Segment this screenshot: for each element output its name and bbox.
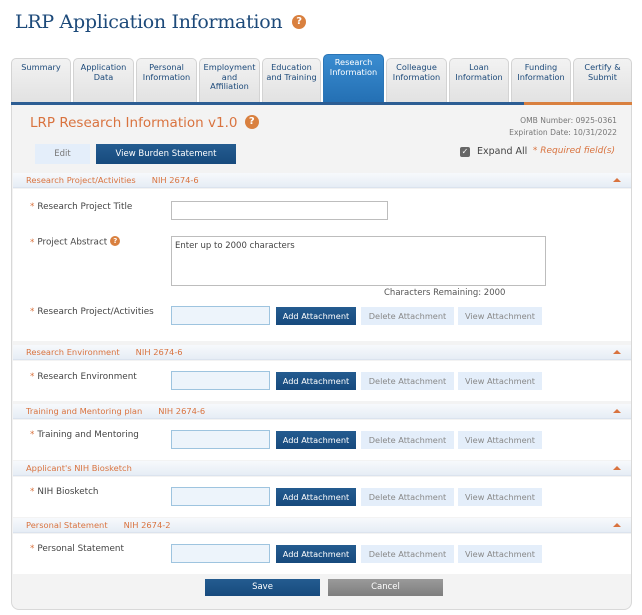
tab-bar: Summary Application Data Personal Inform…: [11, 54, 632, 102]
help-icon[interactable]: ?: [292, 15, 307, 29]
required-star: *: [30, 202, 35, 212]
research-project-activities-file-input[interactable]: [171, 306, 270, 325]
view-attachment-button[interactable]: View Attachment: [458, 545, 542, 563]
nih-biosketch-file-input[interactable]: [171, 487, 270, 506]
collapse-caret-icon[interactable]: [613, 350, 621, 354]
view-attachment-button[interactable]: View Attachment: [458, 307, 542, 325]
edit-button[interactable]: Edit: [35, 144, 90, 164]
field-label-research-environment: * Research Environment: [30, 372, 137, 382]
add-attachment-button[interactable]: Add Attachment: [276, 431, 356, 449]
expiration-date: Expiration Date: 10/31/2022: [509, 128, 617, 137]
tab-employment-affiliation[interactable]: Employment and Affiliation: [199, 58, 260, 102]
research-environment-file-input[interactable]: [171, 371, 270, 390]
field-label-nih-biosketch: * NIH Biosketch: [30, 487, 99, 497]
collapse-caret-icon[interactable]: [613, 466, 621, 470]
delete-attachment-button[interactable]: Delete Attachment: [361, 307, 454, 325]
add-attachment-button[interactable]: Add Attachment: [276, 488, 356, 506]
collapse-caret-icon[interactable]: [613, 409, 621, 413]
section-body-nih-biosketch: * NIH Biosketch Add Attachment Delete Att…: [13, 477, 631, 517]
checkbox-checked-icon[interactable]: ✓: [460, 146, 470, 157]
save-button[interactable]: Save: [205, 579, 320, 596]
cancel-button[interactable]: Cancel: [328, 579, 443, 596]
tab-personal-information[interactable]: Personal Information: [136, 58, 197, 102]
omb-number: OMB Number: 0925-0361: [520, 116, 617, 125]
tab-summary[interactable]: Summary: [11, 58, 71, 102]
required-star: *: [30, 372, 35, 382]
section-header-title: Personal Statement: [26, 520, 108, 530]
expand-all-label: Expand All: [477, 146, 528, 157]
field-label-personal-statement: * Personal Statement: [30, 544, 124, 554]
section-header-nih-biosketch[interactable]: Applicant's NIH Biosketch: [13, 461, 631, 476]
section-body-personal-statement: * Personal Statement Add Attachment Delet…: [13, 534, 631, 574]
view-attachment-button[interactable]: View Attachment: [458, 372, 542, 390]
section-header-title: Research Project/Activities: [26, 175, 136, 185]
tab-loan-information[interactable]: Loan Information: [449, 58, 509, 102]
field-label-training-mentoring: * Training and Mentoring: [30, 430, 139, 440]
section-body-training-mentoring: * Training and Mentoring Add Attachment D…: [13, 420, 631, 460]
delete-attachment-button[interactable]: Delete Attachment: [361, 372, 454, 390]
section-header-title: Training and Mentoring plan: [26, 406, 143, 416]
help-icon[interactable]: ?: [244, 115, 259, 129]
section-form-number: NIH 2674-2: [123, 520, 171, 530]
help-icon[interactable]: ?: [110, 236, 121, 246]
section-header-title: Applicant's NIH Biosketch: [26, 463, 132, 473]
required-star: *: [30, 544, 35, 554]
collapse-caret-icon[interactable]: [613, 178, 621, 182]
view-attachment-button[interactable]: View Attachment: [458, 431, 542, 449]
section-header-training-mentoring[interactable]: Training and Mentoring plan NIH 2674-6: [13, 404, 631, 419]
page-title: LRP Application Information ?: [15, 11, 307, 33]
tab-research-information[interactable]: Research Information: [323, 54, 384, 102]
add-attachment-button[interactable]: Add Attachment: [276, 372, 356, 390]
section-header-personal-statement[interactable]: Personal Statement NIH 2674-2: [13, 518, 631, 533]
tab-certify-submit[interactable]: Certify & Submit: [573, 58, 632, 102]
collapse-caret-icon[interactable]: [613, 523, 621, 527]
section-header-research-environment[interactable]: Research Environment NIH 2674-6: [13, 345, 631, 360]
tab-funding-information[interactable]: Funding Information: [511, 58, 571, 102]
required-star: *: [30, 237, 35, 248]
required-star: *: [30, 487, 35, 497]
expand-all-toggle[interactable]: ✓ Expand All: [460, 146, 527, 157]
delete-attachment-button[interactable]: Delete Attachment: [361, 488, 454, 506]
form-title-text: LRP Research Information v1.0: [30, 115, 238, 131]
delete-attachment-button[interactable]: Delete Attachment: [361, 431, 454, 449]
section-header-research-project[interactable]: Research Project/Activities NIH 2674-6: [13, 173, 631, 188]
personal-statement-file-input[interactable]: [171, 544, 270, 563]
delete-attachment-button[interactable]: Delete Attachment: [361, 545, 454, 563]
field-label-research-project-activities: * Research Project/Activities: [30, 307, 154, 317]
field-label-project-abstract: * Project Abstract?: [30, 236, 121, 248]
tab-application-data[interactable]: Application Data: [73, 58, 134, 102]
required-fields-note: * Required field(s): [532, 146, 615, 156]
section-form-number: NIH 2674-6: [158, 406, 206, 416]
section-body-research-environment: * Research Environment Add Attachment Del…: [13, 361, 631, 401]
field-label-research-project-title: * Research Project Title: [30, 202, 133, 212]
section-header-title: Research Environment: [26, 347, 120, 357]
tab-education-training[interactable]: Education and Training: [262, 58, 321, 102]
form-panel: LRP Research Information v1.0 ? OMB Numb…: [11, 105, 632, 610]
section-form-number: NIH 2674-6: [151, 175, 199, 185]
omb-info: OMB Number: 0925-0361 Expiration Date: 1…: [509, 115, 617, 139]
training-mentoring-file-input[interactable]: [171, 430, 270, 449]
research-project-title-input[interactable]: [171, 201, 388, 220]
required-star: *: [30, 307, 35, 317]
tab-colleague-information[interactable]: Colleague Information: [386, 58, 447, 102]
project-abstract-textarea[interactable]: Enter up to 2000 characters: [171, 236, 546, 286]
view-burden-statement-button[interactable]: View Burden Statement: [96, 144, 236, 164]
add-attachment-button[interactable]: Add Attachment: [276, 307, 356, 325]
page-title-text: LRP Application Information: [15, 11, 283, 33]
characters-remaining: Characters Remaining: 2000: [384, 288, 506, 298]
required-star: *: [30, 430, 35, 440]
section-form-number: NIH 2674-6: [135, 347, 183, 357]
section-body-research-project: * Research Project Title * Project Abstrac…: [13, 189, 631, 341]
view-attachment-button[interactable]: View Attachment: [458, 488, 542, 506]
add-attachment-button[interactable]: Add Attachment: [276, 545, 356, 563]
form-title: LRP Research Information v1.0 ?: [30, 115, 259, 131]
